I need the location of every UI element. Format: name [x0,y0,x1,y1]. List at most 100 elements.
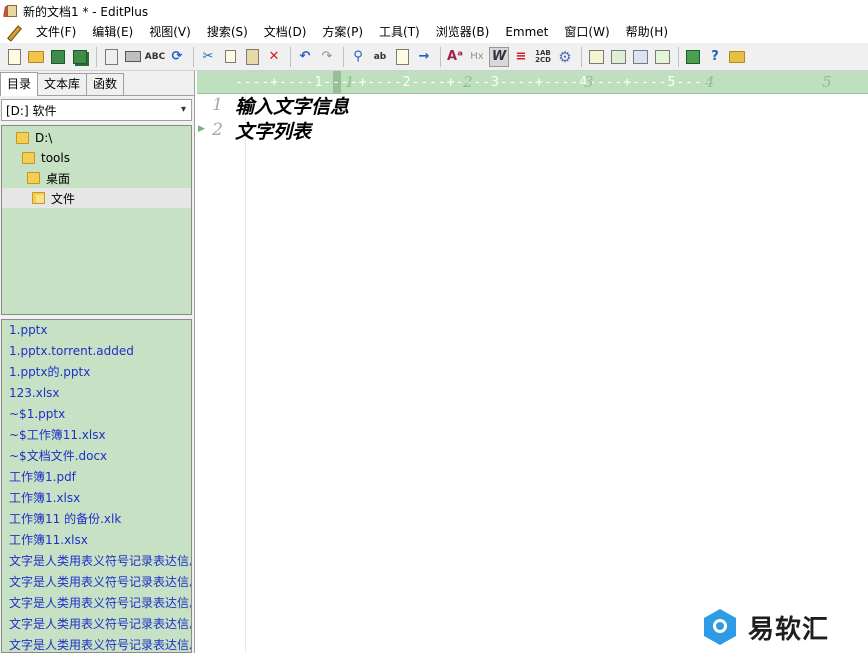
window-title: 新的文档1 * - EditPlus [23,4,149,19]
drive-select-value: [D:] 软件 [6,103,57,118]
print-preview-icon[interactable] [101,47,121,67]
watermark-text: 易软汇 [748,614,830,645]
ruler-number: 1 [345,73,355,91]
tree-item-d-drive[interactable]: D:\ [16,128,191,148]
file-list-item[interactable]: ~$文档文件.docx [2,446,191,467]
line-text: 文字列表 [235,120,312,143]
find-icon[interactable]: ⚲ [348,47,368,67]
file-list-item[interactable]: 文字是人类用表义符号记录表达信息 [2,551,191,572]
save-icon[interactable] [48,47,68,67]
tree-item-label: tools [41,151,70,165]
file-list-item[interactable]: 文字是人类用表义符号记录表达信息 [2,572,191,593]
paste-icon[interactable] [242,47,262,67]
ftp-upload-icon[interactable] [683,47,703,67]
html-toolbar-icon[interactable] [727,47,747,67]
toolbar-divider [290,46,291,67]
menu-emmet[interactable]: Emmet [497,22,556,43]
ruler-number: 3 [584,73,594,91]
menu-project[interactable]: 方案(P) [314,22,371,43]
tab-functions[interactable]: 函数 [86,73,125,95]
folder-tree: D:\ tools 桌面 文件 [1,125,192,315]
menu-help[interactable]: 帮助(H) [618,22,676,43]
file-list-item[interactable]: 1.pptx [2,320,191,341]
delete-icon[interactable]: ✕ [264,47,284,67]
file-list-item[interactable]: 工作簿11 的备份.xlk [2,509,191,530]
title-bar: 新的文档1 * - EditPlus [0,0,868,22]
user-tool-icon[interactable] [652,47,672,67]
line-number-icon[interactable]: ≡ [511,47,531,67]
cliptext-window-icon[interactable] [608,47,628,67]
cut-icon[interactable]: ✂ [198,47,218,67]
file-list-item[interactable]: 工作簿11.xlsx [2,530,191,551]
file-list-item[interactable]: 工作簿1.pdf [2,467,191,488]
output-window-icon[interactable] [630,47,650,67]
tree-item-files[interactable]: 文件 [2,188,191,208]
folder-icon [16,132,29,144]
open-folder-icon[interactable] [26,47,46,67]
tree-item-desktop[interactable]: 桌面 [27,168,191,188]
menu-search[interactable]: 搜索(S) [199,22,256,43]
ruler-ticks: ----+----1----+----2----+----3----+----4… [235,75,712,90]
undo-icon[interactable]: ↶ [295,47,315,67]
editor-area[interactable]: ----+----1----+----2----+----3----+----4… [197,71,868,653]
toolbar: ABC ⟳ ✂ ✕ ↶ ↷ ⚲ ab → Aᵃ Hx W ≡ 1AB 2CD ⚙… [0,43,868,71]
hex-icon[interactable]: Hx [467,47,487,67]
file-list-item[interactable]: 1.pptx.torrent.added [2,341,191,362]
menu-document[interactable]: 文档(D) [256,22,315,43]
drive-select[interactable]: [D:] 软件 ▾ [1,99,192,121]
file-list-item[interactable]: 文字是人类用表义符号记录表达信息 [2,593,191,614]
settings-icon[interactable]: ⚙ [555,47,575,67]
menu-bar: 文件(F) 编辑(E) 视图(V) 搜索(S) 文档(D) 方案(P) 工具(T… [0,22,868,43]
menu-view[interactable]: 视图(V) [141,22,199,43]
line-number: 2 [212,120,223,140]
find-in-files-icon[interactable] [392,47,412,67]
file-list-item[interactable]: ~$1.pptx [2,404,191,425]
column-select-icon[interactable]: 1AB 2CD [533,47,553,67]
file-list-item[interactable]: 1.pptx的.pptx [2,362,191,383]
tab-directory[interactable]: 目录 [0,72,39,96]
toolbar-divider [193,46,194,67]
watermark: 易软汇 [702,605,862,649]
menu-edit[interactable]: 编辑(E) [84,22,141,43]
ruler-number: 4 [705,73,715,91]
help-icon[interactable]: ? [705,47,725,67]
panel-tabs: 目录 文本库 函数 [0,71,195,96]
chevron-down-icon: ▾ [180,104,186,115]
file-list-item[interactable]: ~$工作簿11.xlsx [2,425,191,446]
left-panel: 目录 文本库 函数 [D:] 软件 ▾ D:\ tools 桌面 文件 1.pp… [0,71,195,653]
menu-window[interactable]: 窗口(W) [556,22,617,43]
tab-cliptext[interactable]: 文本库 [37,73,88,95]
word-wrap-icon[interactable]: W [489,46,509,67]
toolbar-divider [678,46,679,67]
directory-window-icon[interactable] [586,47,606,67]
copy-icon[interactable] [220,47,240,67]
new-file-icon[interactable] [4,47,24,67]
print-icon[interactable] [123,47,143,67]
toolbar-divider [581,46,582,67]
replace-icon[interactable]: ab [370,47,390,67]
folder-icon [27,172,40,184]
browser-preview-icon[interactable]: ⟳ [167,47,187,67]
redo-icon[interactable]: ↷ [317,47,337,67]
file-list-item[interactable]: 文字是人类用表义符号记录表达信息 [2,635,191,652]
font-icon[interactable]: Aᵃ [445,47,465,67]
toolbar-divider [96,46,97,67]
menu-browser[interactable]: 浏览器(B) [428,22,498,43]
editor-line[interactable]: 2 文字列表 [197,118,312,143]
menu-file[interactable]: 文件(F) [28,22,84,43]
menu-tools[interactable]: 工具(T) [371,22,428,43]
gutter-divider [245,94,246,653]
folder-icon [22,152,35,164]
ruler-number: 5 [822,73,832,91]
editplus-app-icon [3,4,17,18]
editor-line[interactable]: 1 输入文字信息 [197,93,349,118]
goto-line-icon[interactable]: → [414,47,434,67]
tree-item-tools[interactable]: tools [22,148,191,168]
spell-check-icon[interactable]: ABC [145,47,165,67]
tree-item-label: D:\ [35,131,53,145]
tree-item-label: 桌面 [46,171,71,186]
file-list-item[interactable]: 文字是人类用表义符号记录表达信息 [2,614,191,635]
save-all-icon[interactable] [70,47,90,67]
file-list-item[interactable]: 工作簿1.xlsx [2,488,191,509]
file-list-item[interactable]: 123.xlsx [2,383,191,404]
